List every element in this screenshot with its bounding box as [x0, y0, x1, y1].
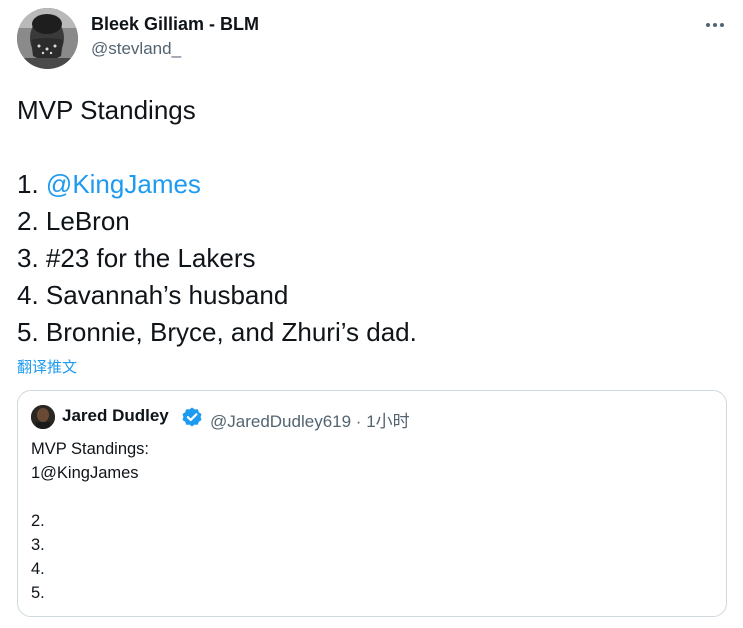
avatar-image: [17, 8, 78, 69]
standing-item-3: 3. #23 for the Lakers: [17, 240, 717, 277]
item-text: Savannah’s husband: [45, 280, 289, 310]
dot: [713, 23, 717, 27]
standing-item-1: 1. @KingJames: [17, 166, 717, 203]
quoted-line: MVP Standings:: [31, 440, 150, 458]
mention-link[interactable]: @KingJames: [46, 169, 201, 199]
quoted-tweet-text: MVP Standings: 1@KingJames 2. 3. 4. 5.: [31, 437, 149, 605]
item-text: Bronnie, Bryce, and Zhuri’s dad.: [45, 317, 417, 347]
quoted-line: 5.: [31, 584, 45, 602]
quoted-tweet-meta: @JaredDudley619 · 1小时: [210, 407, 410, 432]
dot: [706, 23, 710, 27]
more-options-icon[interactable]: [700, 12, 730, 38]
item-number: 5.: [17, 317, 46, 347]
quoted-author-avatar: [31, 405, 55, 429]
quoted-tweet-time: 1小时: [366, 412, 410, 431]
author-handle[interactable]: @stevland_: [91, 39, 181, 59]
item-number: 4.: [17, 280, 46, 310]
tweet-text: MVP Standings 1. @KingJames 2. LeBron 3.…: [17, 92, 717, 351]
item-text: LeBron: [45, 206, 130, 236]
quoted-tweet-card[interactable]: Jared Dudley @JaredDudley619 · 1小时 MVP S…: [17, 390, 727, 617]
standing-item-4: 4. Savannah’s husband: [17, 277, 717, 314]
meta-separator: ·: [351, 412, 367, 431]
item-number: 2.: [17, 206, 46, 236]
author-name[interactable]: Bleek Gilliam - BLM: [91, 14, 259, 35]
quoted-line: 4.: [31, 560, 45, 578]
tweet-title: MVP Standings: [17, 95, 196, 125]
quoted-line: 3.: [31, 536, 45, 554]
item-number: 3.: [17, 243, 46, 273]
item-text: #23 for the Lakers: [45, 243, 256, 273]
quoted-avatar-image: [31, 405, 55, 429]
quoted-author-handle: @JaredDudley619: [210, 412, 352, 431]
author-avatar[interactable]: [17, 8, 78, 69]
translate-tweet-link[interactable]: 翻译推文: [17, 356, 77, 377]
standing-item-2: 2. LeBron: [17, 203, 717, 240]
verified-badge-icon: [181, 406, 203, 428]
standing-item-5: 5. Bronnie, Bryce, and Zhuri’s dad.: [17, 314, 717, 351]
quoted-line: 2.: [31, 512, 45, 530]
dot: [720, 23, 724, 27]
quoted-author-name: Jared Dudley: [62, 406, 169, 425]
quoted-line: 1@KingJames: [31, 464, 139, 482]
item-number: 1.: [17, 169, 46, 199]
